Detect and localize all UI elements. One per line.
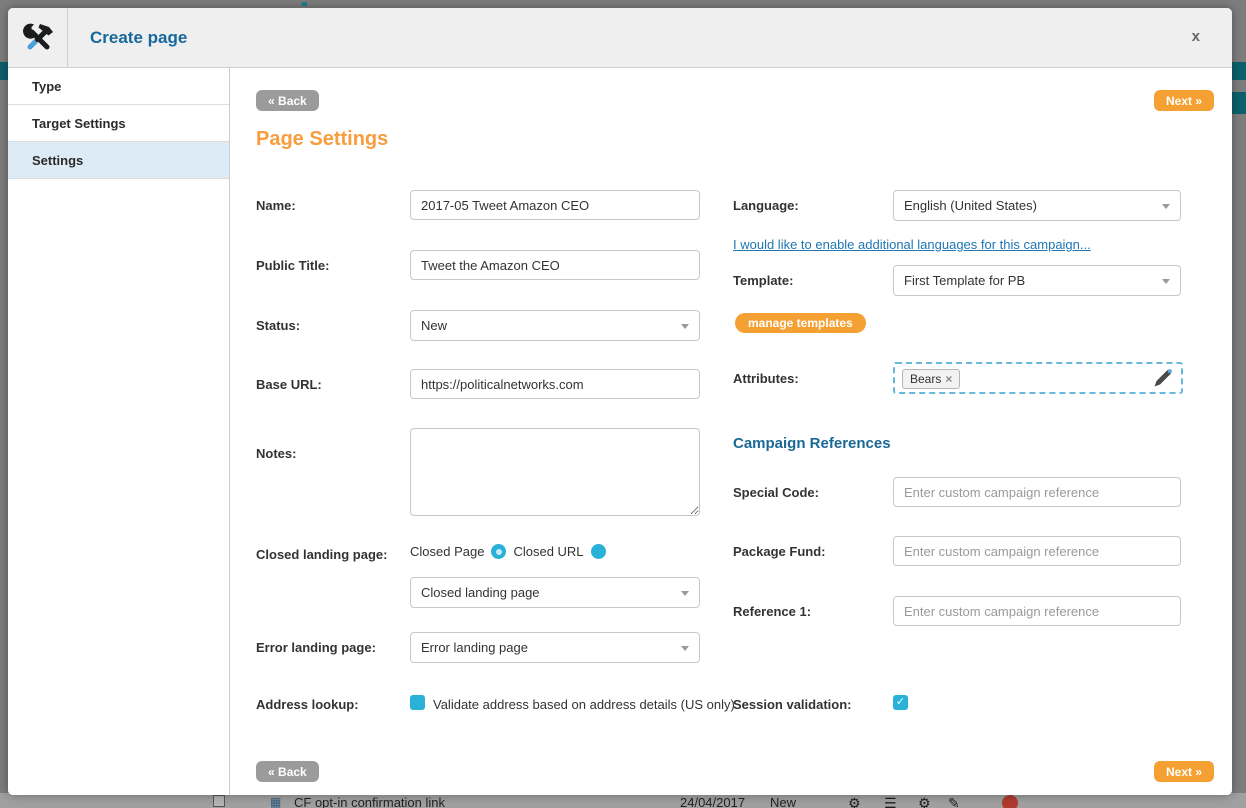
modal-header: Create page x	[8, 8, 1232, 68]
gear-icon: ⚙	[918, 795, 931, 808]
error-landing-select[interactable]: Error landing page	[410, 632, 700, 663]
modal-sidebar: Type Target Settings Settings	[8, 68, 230, 795]
tools-icon	[8, 8, 68, 68]
gear-icon: ⚙	[848, 795, 861, 808]
page-title: Page Settings	[256, 128, 388, 151]
session-validation-label: Session validation:	[733, 697, 851, 712]
attribute-tag: Bears×	[902, 369, 960, 389]
public-title-label: Public Title:	[256, 258, 329, 273]
closed-landing-radio-group: Closed Page Closed URL	[410, 544, 606, 559]
chevron-down-icon	[681, 646, 689, 651]
backdrop-nav-block	[1232, 92, 1246, 114]
page-type-icon: ▦	[270, 795, 281, 808]
row-status: New	[770, 795, 796, 808]
create-page-modal: Create page x Type Target Settings Setti…	[8, 8, 1232, 795]
edit-icon: ✎	[948, 795, 960, 808]
template-label: Template:	[733, 273, 793, 288]
sidebar-item-settings[interactable]: Settings	[8, 142, 229, 179]
package-fund-input[interactable]	[893, 536, 1181, 566]
reference-1-label: Reference 1:	[733, 604, 811, 619]
closed-landing-select[interactable]: Closed landing page	[410, 577, 700, 608]
closed-url-option-label: Closed URL	[513, 544, 583, 559]
back-chevron-icon: «	[268, 765, 275, 779]
address-lookup-checkbox-text: Validate address based on address detail…	[433, 697, 735, 712]
back-button-bottom[interactable]: « Back	[256, 761, 319, 782]
closed-url-radio[interactable]	[591, 544, 606, 559]
edit-pencil-icon[interactable]	[1151, 368, 1173, 395]
special-code-label: Special Code:	[733, 485, 819, 500]
alert-badge-icon	[1002, 795, 1018, 808]
manage-templates-button[interactable]: manage templates	[735, 313, 866, 333]
campaign-references-heading: Campaign References	[733, 435, 891, 452]
name-label: Name:	[256, 198, 296, 213]
chevron-down-icon	[1162, 204, 1170, 209]
status-label: Status:	[256, 318, 300, 333]
sidebar-item-target-settings[interactable]: Target Settings	[8, 105, 229, 142]
modal-title: Create page	[90, 8, 187, 68]
closed-page-option-label: Closed Page	[410, 544, 484, 559]
package-fund-label: Package Fund:	[733, 544, 825, 559]
reference-1-input[interactable]	[893, 596, 1181, 626]
additional-languages-link[interactable]: I would like to enable additional langua…	[733, 237, 1091, 252]
sidebar-item-type[interactable]: Type	[8, 68, 229, 105]
closed-landing-label: Closed landing page:	[256, 547, 387, 562]
name-input[interactable]	[410, 190, 700, 220]
next-chevron-icon: »	[1195, 765, 1202, 779]
attributes-label: Attributes:	[733, 371, 799, 386]
template-select[interactable]: First Template for PB	[893, 265, 1181, 296]
row-title: CF opt-in confirmation link	[294, 795, 445, 808]
row-date: 24/04/2017	[680, 795, 745, 808]
close-icon[interactable]: x	[1192, 28, 1200, 45]
closed-page-radio[interactable]	[491, 544, 506, 559]
next-chevron-icon: »	[1195, 94, 1202, 108]
back-button-top[interactable]: « Back	[256, 90, 319, 111]
chevron-down-icon	[1162, 279, 1170, 284]
list-icon: ☰	[884, 795, 897, 808]
chevron-down-icon	[681, 324, 689, 329]
error-landing-label: Error landing page:	[256, 640, 376, 655]
status-select[interactable]: New	[410, 310, 700, 341]
modal-content	[230, 68, 1232, 795]
address-lookup-checkbox[interactable]	[410, 695, 425, 710]
session-validation-checkbox[interactable]: ✓	[893, 695, 908, 710]
row-checkbox	[213, 795, 225, 807]
language-select[interactable]: English (United States)	[893, 190, 1181, 221]
back-chevron-icon: «	[268, 94, 275, 108]
notes-label: Notes:	[256, 446, 296, 461]
language-label: Language:	[733, 198, 799, 213]
notes-textarea[interactable]	[410, 428, 700, 516]
chevron-down-icon	[681, 591, 689, 596]
next-button-top[interactable]: Next »	[1154, 90, 1214, 111]
next-button-bottom[interactable]: Next »	[1154, 761, 1214, 782]
base-url-label: Base URL:	[256, 377, 322, 392]
public-title-input[interactable]	[410, 250, 700, 280]
special-code-input[interactable]	[893, 477, 1181, 507]
remove-tag-icon[interactable]: ×	[945, 372, 952, 386]
backdrop-table-row: ▦ CF opt-in confirmation link 24/04/2017…	[0, 793, 1246, 808]
attributes-field[interactable]: Bears×	[893, 362, 1183, 394]
address-lookup-label: Address lookup:	[256, 697, 359, 712]
base-url-input[interactable]	[410, 369, 700, 399]
